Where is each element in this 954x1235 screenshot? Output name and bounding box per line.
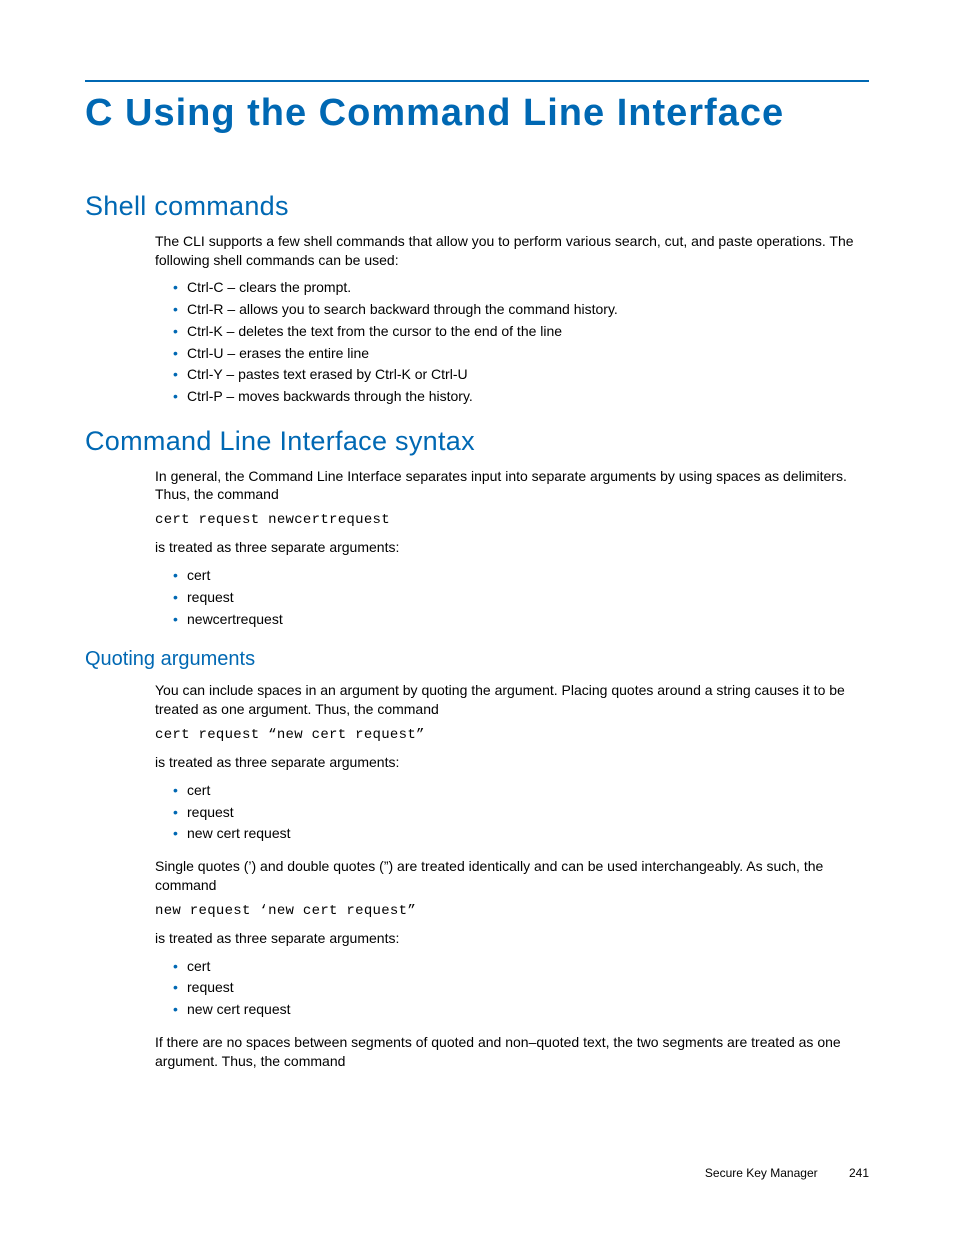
list-item: newcertrequest [173, 609, 869, 631]
body-text: is treated as three separate arguments: [155, 753, 869, 772]
list-item: new cert request [173, 999, 869, 1021]
list-item: Ctrl-K – deletes the text from the curso… [173, 321, 869, 343]
subsection-heading-quoting: Quoting arguments [85, 648, 869, 671]
section-heading-syntax: Command Line Interface syntax [85, 426, 869, 457]
list-item: new cert request [173, 823, 869, 845]
list-item: Ctrl-R – allows you to search backward t… [173, 299, 869, 321]
list-item: request [173, 977, 869, 999]
arguments-list: cert request newcertrequest [173, 565, 869, 630]
page-footer: Secure Key Manager 241 [705, 1166, 869, 1180]
shell-commands-list: Ctrl-C – clears the prompt. Ctrl-R – all… [173, 277, 869, 407]
body-text: The CLI supports a few shell commands th… [155, 232, 869, 270]
footer-page-number: 241 [849, 1166, 869, 1180]
section-heading-shell: Shell commands [85, 191, 869, 222]
list-item: Ctrl-Y – pastes text erased by Ctrl-K or… [173, 364, 869, 386]
list-item: cert [173, 956, 869, 978]
body-text: You can include spaces in an argument by… [155, 681, 869, 719]
page-title: C Using the Command Line Interface [85, 92, 869, 136]
code-block: new request ‘new cert request” [155, 903, 869, 919]
list-item: Ctrl-C – clears the prompt. [173, 277, 869, 299]
body-text: is treated as three separate arguments: [155, 538, 869, 557]
list-item: Ctrl-U – erases the entire line [173, 343, 869, 365]
list-item: cert [173, 565, 869, 587]
code-block: cert request newcertrequest [155, 512, 869, 528]
top-rule [85, 80, 869, 82]
body-text: Single quotes (’) and double quotes (”) … [155, 857, 869, 895]
list-item: request [173, 802, 869, 824]
body-text: In general, the Command Line Interface s… [155, 467, 869, 505]
list-item: cert [173, 780, 869, 802]
arguments-list: cert request new cert request [173, 780, 869, 845]
body-text: is treated as three separate arguments: [155, 929, 869, 948]
footer-doc-title: Secure Key Manager [705, 1166, 818, 1180]
list-item: request [173, 587, 869, 609]
code-block: cert request “new cert request” [155, 727, 869, 743]
list-item: Ctrl-P – moves backwards through the his… [173, 386, 869, 408]
arguments-list: cert request new cert request [173, 956, 869, 1021]
body-text: If there are no spaces between segments … [155, 1033, 869, 1071]
